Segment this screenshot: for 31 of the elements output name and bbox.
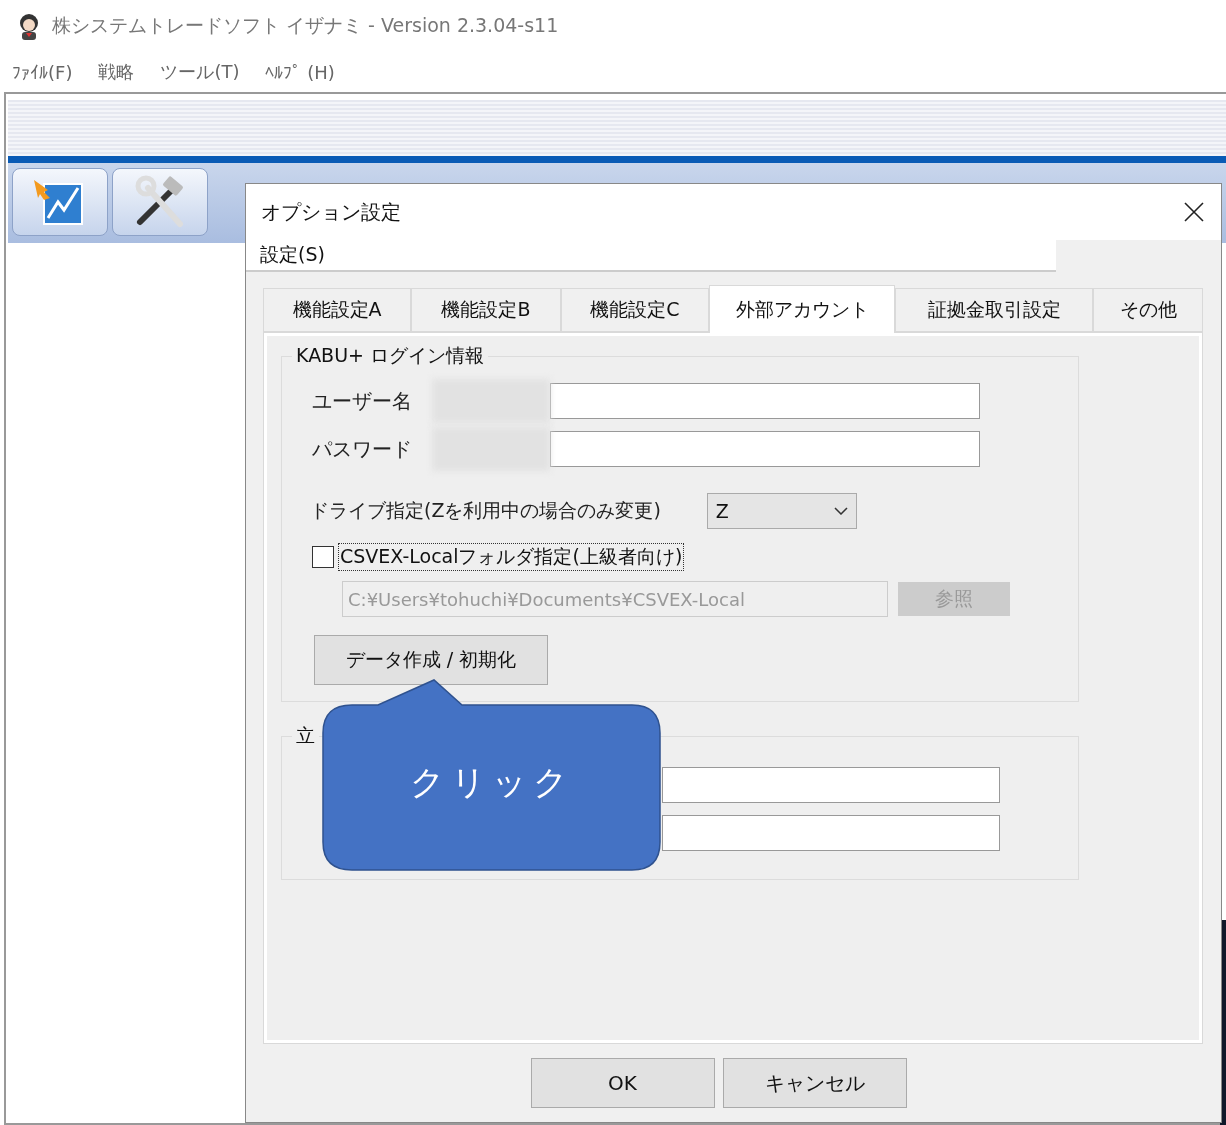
tools-button[interactable] bbox=[112, 168, 208, 236]
chart-button[interactable] bbox=[12, 168, 108, 236]
field-label: ドライブ指定(Zを利用中の場合のみ変更) bbox=[310, 498, 661, 523]
input-field[interactable] bbox=[550, 383, 980, 419]
menu-item[interactable]: 戦略 bbox=[98, 60, 135, 84]
tab[interactable]: その他 bbox=[1093, 288, 1203, 332]
tab[interactable]: 機能設定B bbox=[411, 288, 561, 332]
menu-item[interactable]: ツール(T) bbox=[160, 60, 240, 84]
dialog-title: オプション設定 bbox=[261, 198, 401, 226]
tab[interactable]: 機能設定C bbox=[561, 288, 709, 332]
tab[interactable]: 証拠金取引設定 bbox=[895, 288, 1093, 332]
menu-item[interactable]: ﾍﾙﾌﾟ (H) bbox=[265, 61, 335, 83]
input-field[interactable] bbox=[662, 815, 1000, 851]
drive-dropdown[interactable]: Z bbox=[706, 493, 857, 529]
input-field[interactable] bbox=[662, 767, 1000, 803]
dropdown-value: Z bbox=[715, 500, 729, 522]
field-label: ユーザー名 bbox=[311, 387, 413, 415]
ok-button[interactable]: OK bbox=[530, 1058, 715, 1108]
input-field[interactable] bbox=[550, 431, 980, 467]
menu-item[interactable]: 設定(S) bbox=[260, 242, 325, 268]
checkbox-label: CSVEX-Localフォルダ指定(上級者向け) bbox=[338, 543, 685, 571]
checkbox[interactable] bbox=[312, 546, 334, 568]
tab[interactable]: 外部アカウント bbox=[709, 285, 895, 333]
window-title: 株システムトレードソフト イザナミ - Version 2.3.04-s11 bbox=[52, 13, 559, 38]
create-data-button[interactable]: データ作成 / 初期化 bbox=[314, 635, 548, 685]
field-label: パスワード bbox=[311, 435, 413, 463]
tab[interactable]: 機能設定A bbox=[263, 288, 411, 332]
chevron-down-icon bbox=[833, 507, 848, 515]
cancel-button[interactable]: キャンセル bbox=[722, 1058, 907, 1108]
callout-text: クリック bbox=[409, 761, 575, 804]
menu-item[interactable]: ﾌｧｲﾙ(F) bbox=[12, 61, 73, 83]
